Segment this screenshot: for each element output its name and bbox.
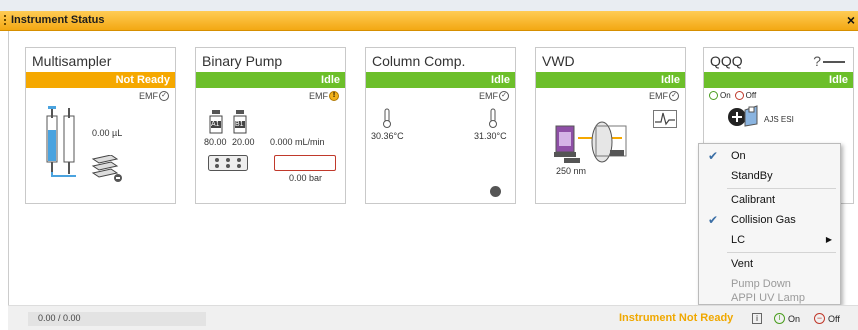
emf-ok-icon: ✓ [669,91,679,101]
module-card-binary-pump[interactable]: Binary Pump Idle EMF ! A1 B1 80.00 20.00… [195,47,346,204]
menu-item-label: Collision Gas [731,214,796,226]
module-card-vwd[interactable]: VWD Idle EMF ✓ 250 nm [535,47,686,204]
wavelength: 250 nm [556,166,587,176]
menu-item-label: LC [731,234,746,246]
on-label: On [720,91,731,100]
pressure-gauge [274,155,336,171]
power-on-icon: I [774,313,785,324]
qqq-power-state: On Off [709,91,756,100]
close-button[interactable]: × [847,12,855,28]
valve-off-icon [490,186,501,197]
emf-indicator: EMF ✓ [139,91,169,101]
window-titlebar: Instrument Status × [0,11,858,31]
module-status-bar: Not Ready [26,72,175,88]
status-footer: 0.00 / 0.00 Instrument Not Ready i I On … [8,305,858,330]
window-title: Instrument Status [11,14,105,26]
solvent-a-label: A1 [211,121,220,128]
emf-label: EMF [649,91,668,101]
solvent-b-label: B1 [235,121,244,128]
off-label: Off [745,91,757,100]
ion-source-icon [728,105,758,127]
solvent-a-percent: 80.00 [204,137,227,147]
emf-indicator: EMF ✓ [479,91,509,101]
module-name: QQQ [710,53,743,69]
menu-item-lc[interactable]: LC ▶ [699,230,840,250]
info-icon[interactable]: i [752,313,762,324]
signal-icon [653,110,677,128]
vial-rack-icon [91,155,122,182]
status-prefix: Instrument [619,312,676,324]
emf-label: EMF [139,91,158,101]
menu-item-on[interactable]: ✔ On [699,146,840,166]
menu-separator [727,188,836,189]
module-status-bar: Idle [704,72,853,88]
temperature-left: 30.36°C [371,131,404,141]
menu-item-label: StandBy [731,170,773,182]
menu-item-pump-down: Pump Down [699,274,840,294]
emf-indicator: EMF ✓ [649,91,679,101]
instrument-off-button[interactable]: − Off [814,313,840,324]
detector-lamp-icon [554,121,627,163]
thermometer-icon [489,108,497,128]
menu-item-label: On [731,150,746,162]
solvent-b-percent: 20.00 [232,137,255,147]
module-status-bar: Idle [536,72,685,88]
run-progress-bar: 0.00 / 0.00 [28,312,206,326]
status-value: Not Ready [678,312,734,324]
temperature-right: 31.30°C [474,131,507,141]
check-icon: ✔ [708,213,719,227]
module-card-multisampler[interactable]: Multisampler Not Ready EMF ✓ 0.00 µL [25,47,176,204]
injection-volume: 0.00 µL [92,128,123,138]
drag-grip-icon[interactable] [4,15,6,27]
qqq-context-menu: ✔ On StandBy Calibrant ✔ Collision Gas L… [698,143,841,305]
valve-icon [208,155,248,171]
check-icon: ✔ [708,149,719,163]
pressure-value: 0.00 bar [289,173,323,183]
emf-indicator: EMF ! [309,91,339,101]
module-card-column-comp[interactable]: Column Comp. Idle EMF ✓ 30.36°C 31.30°C [365,47,516,204]
emf-ok-icon: ✓ [159,91,169,101]
on-label: On [788,313,801,324]
module-name: Multisampler [32,53,112,69]
instrument-on-button[interactable]: I On [774,313,800,324]
menu-item-label: Vent [731,258,754,270]
maximize-icon[interactable] [829,61,845,64]
menu-item-appi-uv-lamp: APPI UV Lamp [699,292,840,306]
submenu-arrow-icon: ▶ [825,235,832,244]
progress-text: 0.00 / 0.00 [38,313,81,323]
module-name: Binary Pump [202,53,283,69]
emf-ok-icon: ✓ [499,91,509,101]
thermometer-icon [383,108,391,128]
emf-label: EMF [479,91,498,101]
menu-item-standby[interactable]: StandBy [699,166,840,186]
menu-item-calibrant[interactable]: Calibrant [699,190,840,210]
off-label: Off [828,313,840,324]
off-state-icon[interactable] [734,91,744,100]
menu-item-label: APPI UV Lamp [731,292,805,304]
module-status-bar: Idle [196,72,345,88]
help-icon[interactable]: ? [813,53,821,69]
module-name: Column Comp. [372,53,466,69]
syringe-icon [46,106,76,177]
menu-item-label: Pump Down [731,278,791,290]
menu-item-collision-gas[interactable]: ✔ Collision Gas [699,210,840,230]
menu-separator [727,252,836,253]
emf-label: EMF [309,91,328,101]
on-state-icon[interactable] [709,91,718,100]
module-name: VWD [542,53,575,69]
ion-source-label: AJS ESI [764,115,794,124]
instrument-status-text: Instrument Not Ready [619,312,733,324]
flow-rate: 0.000 mL/min [270,137,325,147]
emf-warning-icon: ! [329,91,339,101]
top-strip [0,0,858,11]
module-status-bar: Idle [366,72,515,88]
power-off-icon: − [814,313,825,324]
menu-item-label: Calibrant [731,194,776,206]
menu-item-vent[interactable]: Vent [699,254,840,274]
